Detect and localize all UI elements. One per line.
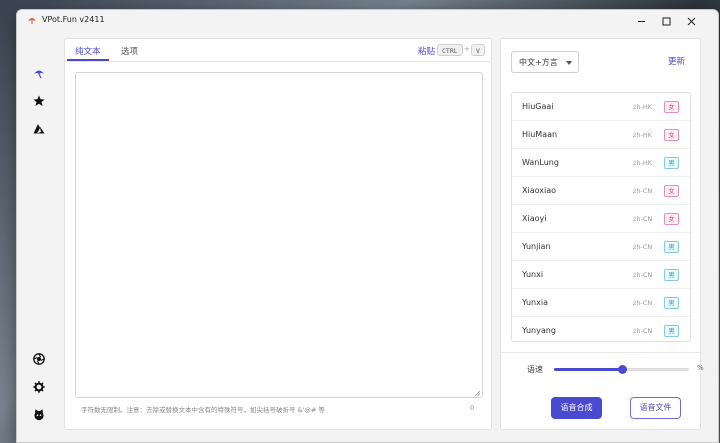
key-plus: + — [464, 45, 470, 53]
voice-locale: zh-CN — [633, 215, 653, 223]
voice-list-item[interactable]: HiuGaai zh-HK 女 — [512, 93, 690, 121]
gender-badge: 男 — [664, 157, 679, 169]
voice-locale: zh-CN — [633, 243, 653, 251]
input-hint: 字符数无限制。注意：去除或替换文本中含有的特殊符号，如尖括号破折号 &'@# 等 — [81, 406, 325, 414]
app-window: VPot.Fun v2411 纯文本 选项 粘贴 CTRL + V 字符数无限制… — [16, 9, 719, 443]
voice-list-item[interactable]: Xiaoyi zh-CN 女 — [512, 205, 690, 233]
gender-badge: 女 — [664, 213, 679, 225]
voice-locale: zh-HK — [633, 131, 653, 139]
gear-icon[interactable] — [32, 380, 46, 394]
voice-locale: zh-HK — [633, 159, 653, 167]
voice-name: Yunxi — [522, 270, 544, 279]
speed-unit: % — [697, 364, 704, 372]
character-count: 0 — [470, 404, 475, 412]
paste-button[interactable]: 粘贴 — [418, 45, 435, 57]
tab-plain-text[interactable]: 纯文本 — [75, 45, 101, 57]
gender-badge: 女 — [664, 185, 679, 197]
gender-badge: 女 — [664, 129, 679, 141]
speed-slider-thumb[interactable] — [618, 365, 628, 374]
voice-list: HiuGaai zh-HK 女 HiuMaan zh-HK 女 WanLung … — [511, 92, 691, 342]
voice-list-item[interactable]: Yunxia zh-CN 男 — [512, 289, 690, 317]
voice-name: Yunyang — [522, 326, 556, 335]
voice-panel: 中文+方言 更新 HiuGaai zh-HK 女 HiuMaan zh-HK 女… — [500, 38, 704, 430]
synthesize-button[interactable]: 语音合成 — [551, 397, 602, 419]
voice-name: HiuMaan — [522, 130, 558, 139]
speed-slider[interactable] — [554, 365, 689, 374]
voice-name: Xiaoyi — [522, 214, 547, 223]
title-bar: VPot.Fun v2411 — [17, 10, 718, 32]
maximize-icon — [662, 17, 670, 25]
resize-grip-icon[interactable] — [474, 389, 481, 397]
gender-badge: 男 — [664, 241, 679, 253]
voice-list-item[interactable]: Yunyang zh-CN 男 — [512, 317, 690, 341]
voice-name: Yunxia — [522, 298, 548, 307]
ctrl-key-hint: CTRL — [437, 44, 463, 56]
minimize-button[interactable] — [631, 13, 651, 29]
close-button[interactable] — [681, 13, 701, 29]
voice-locale: zh-CN — [633, 299, 653, 307]
voice-locale: zh-CN — [633, 271, 653, 279]
maximize-button[interactable] — [656, 13, 676, 29]
sidebar — [17, 32, 61, 442]
tab-divider — [65, 61, 491, 62]
tab-options[interactable]: 选项 — [121, 45, 138, 57]
voice-list-item[interactable]: Yunxi zh-CN 男 — [512, 261, 690, 289]
voice-locale: zh-CN — [633, 187, 653, 195]
azure-icon[interactable] — [32, 122, 46, 136]
voice-name: HiuGaai — [522, 102, 554, 111]
close-icon — [687, 17, 695, 25]
speed-slider-fill — [554, 368, 623, 371]
voice-name: Yunjian — [522, 242, 551, 251]
gender-badge: 男 — [664, 297, 679, 309]
gender-badge: 男 — [664, 269, 679, 281]
github-icon[interactable] — [32, 408, 46, 422]
text-input[interactable] — [75, 72, 483, 398]
star-icon[interactable] — [32, 94, 46, 108]
voice-name: WanLung — [522, 158, 559, 167]
text-panel: 纯文本 选项 粘贴 CTRL + V 字符数无限制。注意：去除或替换文本中含有的… — [64, 38, 492, 430]
language-select[interactable]: 中文+方言 — [511, 51, 579, 73]
gender-badge: 女 — [664, 101, 679, 113]
voice-list-item[interactable]: HiuMaan zh-HK 女 — [512, 121, 690, 149]
v-key-hint: V — [471, 44, 485, 56]
voice-name: Xiaoxiao — [522, 186, 557, 195]
voice-list-item[interactable]: WanLung zh-HK 男 — [512, 149, 690, 177]
language-select-value: 中文+方言 — [519, 58, 558, 67]
umbrella-icon — [27, 15, 37, 25]
voice-list-item[interactable]: Yunjian zh-CN 男 — [512, 233, 690, 261]
voice-locale: zh-CN — [633, 327, 653, 335]
aperture-icon[interactable] — [32, 352, 46, 366]
panel-divider — [501, 352, 700, 353]
umbrella-icon[interactable] — [32, 66, 46, 80]
voice-list-item[interactable]: Xiaoxiao zh-CN 女 — [512, 177, 690, 205]
speed-label: 语速 — [527, 365, 543, 374]
window-title: VPot.Fun v2411 — [42, 15, 105, 24]
refresh-button[interactable]: 更新 — [668, 55, 685, 67]
audio-file-button[interactable]: 语音文件 — [630, 397, 681, 419]
gender-badge: 男 — [664, 325, 679, 337]
minimize-icon — [637, 20, 645, 22]
chevron-down-icon — [566, 61, 572, 65]
voice-locale: zh-HK — [633, 103, 653, 111]
